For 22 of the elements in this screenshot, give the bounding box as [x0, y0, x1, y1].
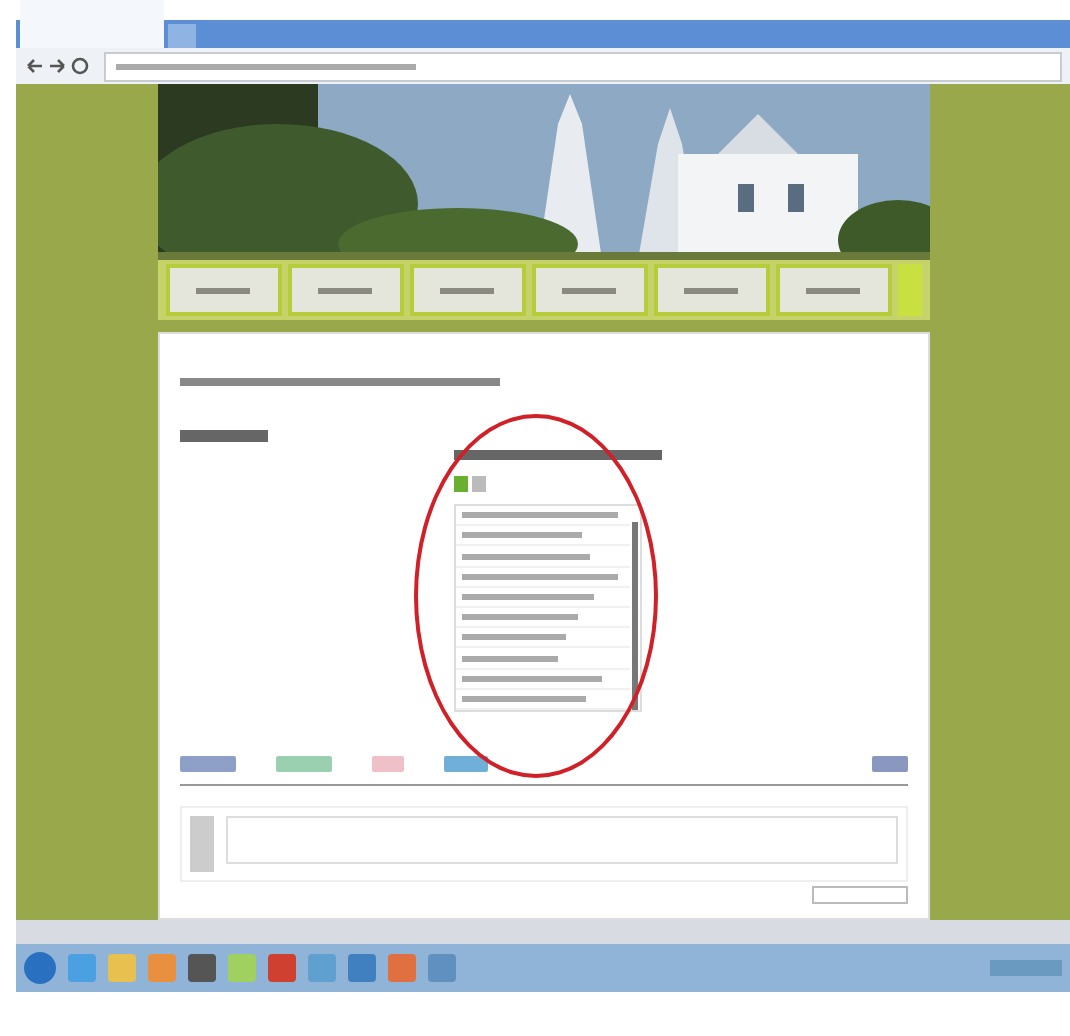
share-button[interactable] [443, 756, 487, 772]
post-dropdown[interactable] [811, 886, 907, 904]
title-illegible [179, 430, 267, 442]
list-item[interactable] [455, 608, 629, 629]
avatar-icon [189, 816, 213, 872]
nav-button[interactable] [653, 264, 769, 316]
start-icon[interactable] [24, 952, 56, 984]
list-item[interactable] [455, 628, 629, 649]
nav-button[interactable] [775, 264, 891, 316]
print-button[interactable] [871, 756, 907, 772]
system-tray [990, 960, 1062, 976]
navigation-icons[interactable] [24, 56, 92, 76]
nav-button[interactable] [409, 264, 525, 316]
address-bar[interactable] [104, 51, 1062, 81]
nav-button[interactable] [165, 264, 281, 316]
list-item[interactable] [455, 506, 629, 527]
taskbar-icon[interactable] [348, 954, 376, 982]
scrollbar[interactable] [631, 522, 637, 710]
nav-button[interactable] [531, 264, 647, 316]
list-item[interactable] [455, 526, 629, 547]
nav-button[interactable] [287, 264, 403, 316]
taskbar-icon[interactable] [188, 954, 216, 982]
